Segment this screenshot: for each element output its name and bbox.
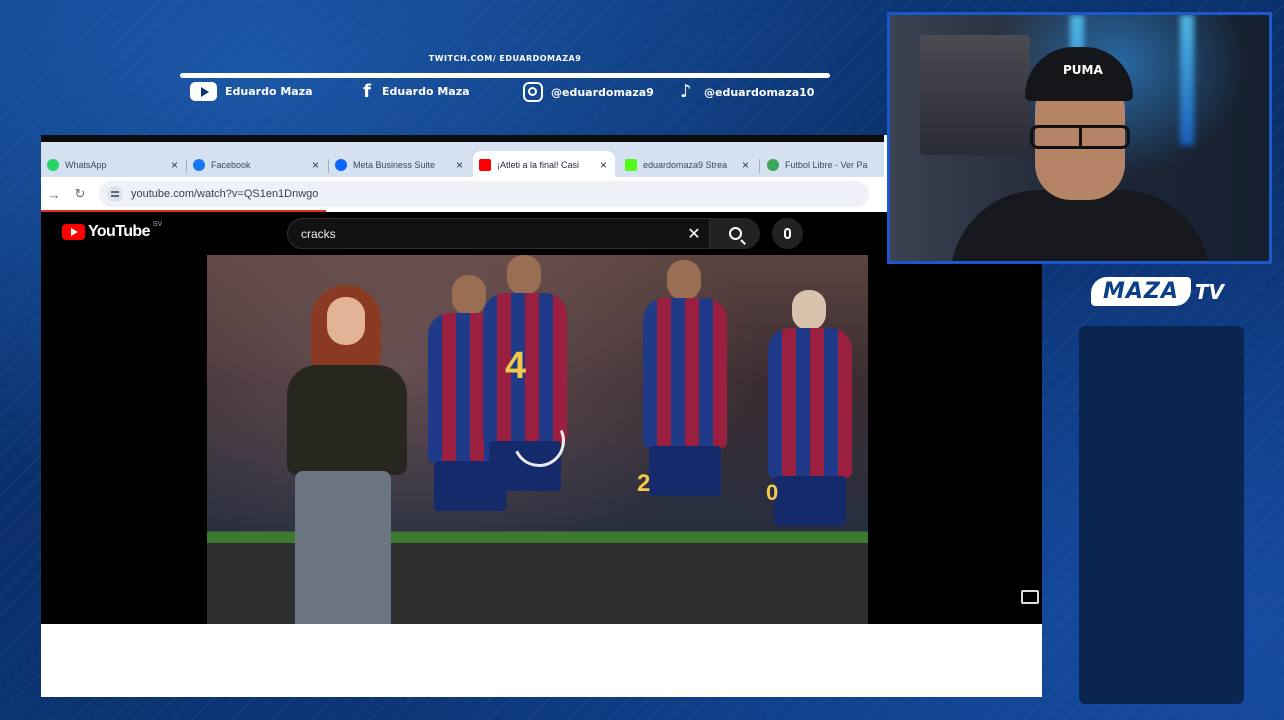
reload-icon[interactable]: ↻ [67,186,93,202]
clear-search-icon[interactable]: ✕ [679,224,709,244]
youtube-wordmark: YouTube [88,223,150,240]
whatsapp-icon [47,159,59,171]
forward-icon[interactable]: → [41,187,67,202]
search-query: cracks [301,226,336,241]
voice-search-button[interactable] [772,218,803,249]
player-figure: 0 [762,290,858,590]
streamer-body [950,190,1210,261]
presenter-figure [267,285,427,624]
search-button[interactable] [710,218,760,249]
webcam-feed: PUMA [887,12,1272,264]
url-text: youtube.com/watch?v=QS1en1Dnwgo [131,188,319,200]
country-code: SV [152,221,163,228]
tab-label: Meta Business Suite [353,160,436,170]
player-figure: 4 [477,255,573,555]
address-bar: → ↻ youtube.com/watch?v=QS1en1Dnwgo [41,177,884,211]
instagram-icon [523,82,543,102]
cap-logo: PUMA [1063,63,1103,77]
kick-icon [625,159,637,171]
side-panel [1079,326,1244,704]
video-player[interactable]: 4 2 0 [207,255,868,624]
close-icon[interactable]: × [171,158,178,172]
tab-label: Futbol Libre - Ver Pa [785,160,868,170]
tab-kick-stream[interactable]: eduardomaza9 Strea × [619,151,757,179]
brand-name: MAZA [1091,277,1191,306]
url-field[interactable]: youtube.com/watch?v=QS1en1Dnwgo [99,181,869,207]
social-youtube-label: Eduardo Maza [225,85,313,98]
social-youtube: Eduardo Maza [190,82,313,101]
close-icon[interactable]: × [312,158,319,172]
meta-icon [335,159,347,171]
page-content-area [41,624,1042,697]
social-tiktok: ♪ @eduardomaza10 [680,82,814,102]
social-tiktok-label: @eduardomaza10 [704,85,815,99]
jersey-number: 2 [637,470,651,497]
tab-facebook[interactable]: Facebook × [187,151,327,179]
banner-divider [180,73,830,78]
tiktok-icon: ♪ [680,81,692,102]
search-input[interactable]: cracks ✕ [287,218,710,249]
tab-strip: WhatsApp × Facebook × Meta Business Suit… [41,135,884,179]
close-icon[interactable]: × [600,158,607,172]
tab-meta-business-suite[interactable]: Meta Business Suite × [329,151,471,179]
twitch-url: TWITCH.COM/ EDUARDOMAZA9 [428,54,582,63]
cast-icon[interactable] [1021,590,1039,604]
player-figure: 2 [637,260,733,560]
facebook-icon: f [363,81,371,102]
tab-label: ¡Atleti a la final! Casi [497,160,580,170]
tab-label: WhatsApp [65,160,107,170]
jersey-number: 0 [766,480,779,505]
youtube-page: YouTube SV cracks ✕ 4 2 0 [41,212,1042,624]
futbol-libre-icon [767,159,779,171]
tab-futbol-libre[interactable]: Futbol Libre - Ver Pa [761,151,884,179]
social-instagram-label: @eduardomaza9 [551,85,654,99]
close-icon[interactable]: × [742,158,749,172]
tab-label: eduardomaza9 Strea [643,160,728,170]
tab-youtube-active[interactable]: ¡Atleti a la final! Casi × [473,151,615,179]
social-instagram: @eduardomaza9 [523,82,654,102]
youtube-icon [190,82,217,101]
facebook-icon [193,159,205,171]
site-info-icon[interactable] [107,186,123,202]
youtube-logo[interactable]: YouTube SV [62,221,163,241]
brand-suffix: TV [1194,279,1225,304]
social-banner: TWITCH.COM/ EDUARDOMAZA9 Eduardo Maza f … [180,50,830,110]
youtube-play-icon [62,224,85,240]
microphone-icon [784,228,791,239]
tab-separator [759,159,760,173]
shelf [920,35,1030,155]
glasses [1030,125,1130,149]
maza-tv-logo: MAZA TV [1091,277,1224,306]
social-facebook: f Eduardo Maza [360,81,470,102]
tab-label: Facebook [211,160,251,170]
youtube-icon [479,159,491,171]
tab-whatsapp[interactable]: WhatsApp × [41,151,186,179]
search-icon [728,227,742,240]
close-icon[interactable]: × [456,158,463,172]
social-facebook-label: Eduardo Maza [382,85,470,98]
jersey-number: 4 [505,345,527,387]
led-light [1180,15,1194,145]
